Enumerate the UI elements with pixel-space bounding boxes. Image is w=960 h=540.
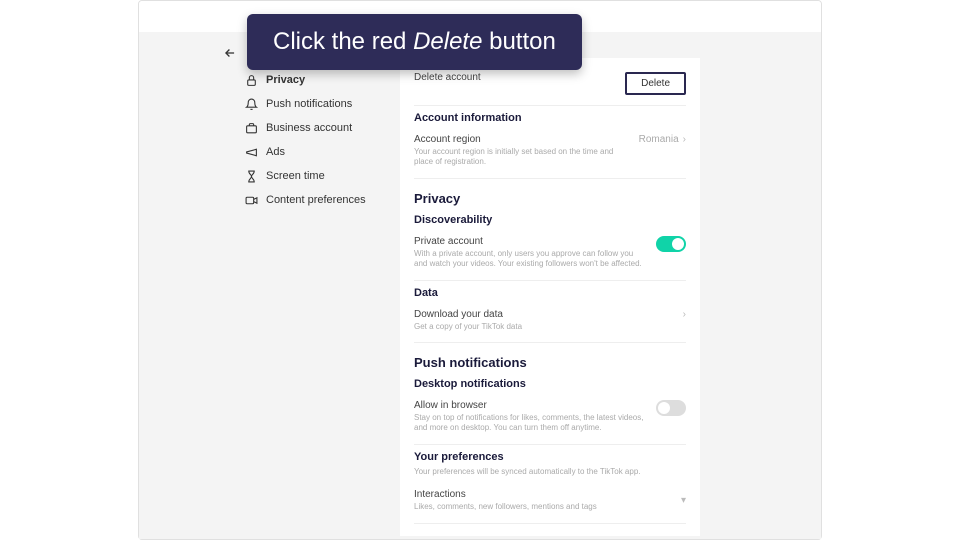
account-region-label: Account region [414, 134, 629, 145]
discoverability-heading: Discoverability [414, 214, 686, 226]
briefcase-icon [244, 121, 258, 135]
private-account-toggle[interactable] [656, 236, 686, 252]
sidebar-item-label: Business account [266, 122, 352, 134]
privacy-heading: Privacy [414, 191, 686, 206]
callout-prefix: Click the red [273, 28, 413, 55]
sidebar-item-label: Content preferences [266, 194, 366, 206]
account-information-heading: Account information [414, 112, 686, 124]
private-account-row: Private account With a private account, … [414, 230, 686, 281]
callout-suffix: button [482, 28, 555, 55]
desktop-notifications-heading: Desktop notifications [414, 378, 686, 390]
back-arrow-icon[interactable] [223, 46, 237, 60]
your-preferences-help: Your preferences will be synced automati… [414, 467, 686, 477]
download-data-row[interactable]: Download your data Get a copy of your Ti… [414, 303, 686, 343]
private-account-help: With a private account, only users you a… [414, 249, 646, 270]
interactions-label: Interactions [414, 489, 671, 500]
sidebar-item-label: Push notifications [266, 98, 352, 110]
sidebar-item-business[interactable]: Business account [244, 116, 379, 140]
sidebar-item-label: Privacy [266, 74, 305, 86]
sidebar-item-label: Screen time [266, 170, 325, 182]
main-panel: Delete account Delete Account informatio… [400, 58, 700, 536]
account-region-row[interactable]: Account region Your account region is in… [414, 128, 686, 179]
chevron-down-icon: ▾ [681, 495, 686, 506]
sidebar-item-ads[interactable]: Ads [244, 140, 379, 164]
allow-in-browser-help: Stay on top of notifications for likes, … [414, 413, 646, 434]
bell-icon [244, 97, 258, 111]
account-region-value: Romania [639, 134, 679, 145]
allow-in-browser-toggle[interactable] [656, 400, 686, 416]
sidebar-item-label: Ads [266, 146, 285, 158]
download-data-help: Get a copy of your TikTok data [414, 322, 673, 332]
sidebar-item-content-preferences[interactable]: Content preferences [244, 188, 379, 212]
sidebar-item-privacy[interactable]: Privacy [244, 68, 379, 92]
interactions-help: Likes, comments, new followers, mentions… [414, 502, 671, 512]
account-region-help: Your account region is initially set bas… [414, 147, 629, 168]
chevron-right-icon: › [683, 134, 686, 145]
instruction-callout: Click the red Delete button [247, 14, 582, 70]
sidebar-item-push-notifications[interactable]: Push notifications [244, 92, 379, 116]
delete-account-label: Delete account [414, 72, 615, 83]
your-preferences-heading: Your preferences [414, 451, 686, 463]
delete-button[interactable]: Delete [625, 72, 686, 95]
chevron-right-icon: › [683, 309, 686, 320]
push-notifications-heading: Push notifications [414, 355, 686, 370]
megaphone-icon [244, 145, 258, 159]
private-account-label: Private account [414, 236, 646, 247]
allow-in-browser-row: Allow in browser Stay on top of notifica… [414, 394, 686, 445]
hourglass-icon [244, 169, 258, 183]
video-icon [244, 193, 258, 207]
lock-icon [244, 73, 258, 87]
download-data-label: Download your data [414, 309, 673, 320]
sidebar-item-screen-time[interactable]: Screen time [244, 164, 379, 188]
sidebar: Privacy Push notifications Business acco… [244, 68, 379, 212]
allow-in-browser-label: Allow in browser [414, 400, 646, 411]
data-heading: Data [414, 287, 686, 299]
interactions-row[interactable]: Interactions Likes, comments, new follow… [414, 483, 686, 523]
delete-account-row: Delete account Delete [414, 66, 686, 106]
callout-italic: Delete [413, 28, 482, 55]
